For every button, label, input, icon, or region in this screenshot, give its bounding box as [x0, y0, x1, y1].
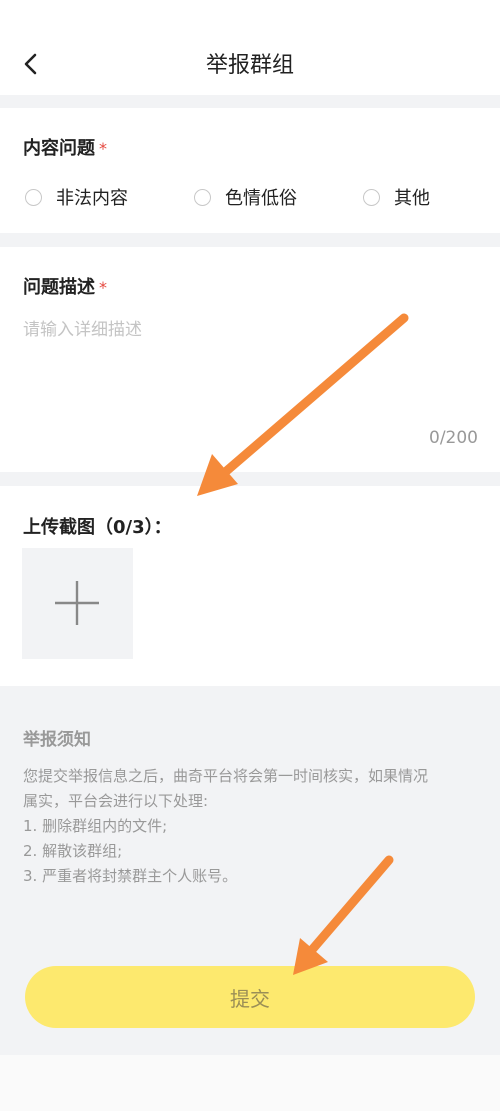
- radio-circle[interactable]: [363, 188, 380, 206]
- plus-icon: [55, 581, 99, 625]
- char-counter: 0/200: [429, 428, 478, 448]
- radio-circle[interactable]: [25, 188, 42, 206]
- radio-option-illegal[interactable]: 非法内容: [25, 184, 128, 210]
- notice-line: 属实，平台会进行以下处理:: [23, 792, 209, 810]
- required-mark: *: [99, 139, 107, 158]
- submit-button[interactable]: 提交: [25, 966, 475, 1028]
- description-label: 问题描述 *: [23, 273, 107, 299]
- notice-line: 1. 删除群组内的文件;: [23, 817, 168, 835]
- required-mark: *: [99, 278, 107, 297]
- bottom-safe-area: [0, 1055, 500, 1111]
- notice-line: 2. 解散该群组;: [23, 842, 123, 860]
- notice-title: 举报须知: [23, 730, 91, 750]
- description-section: 问题描述* 0/200: [0, 247, 500, 472]
- notice-line: 3. 严重者将封禁群主个人账号。: [23, 867, 238, 885]
- content-problem-section: 内容问题 * 非法内容 色情低俗 其他: [0, 108, 500, 233]
- description-label-text: 问题描述: [23, 277, 95, 298]
- notice-line: 您提交举报信息之后，曲奇平台将会第一时间核实，如果情况: [23, 767, 429, 785]
- description-input[interactable]: [23, 315, 478, 415]
- radio-circle[interactable]: [194, 188, 211, 206]
- radio-label: 非法内容: [56, 188, 128, 209]
- page-title: 举报群组: [205, 53, 294, 78]
- upload-section: 上传截图（0/3）：: [0, 486, 500, 686]
- radio-label: 色情低俗: [225, 188, 297, 209]
- radio-option-other[interactable]: 其他: [363, 184, 430, 210]
- top-bar: 举报群组: [0, 0, 500, 95]
- content-problem-label: 内容问题 *: [23, 134, 107, 160]
- radio-label: 其他: [394, 188, 430, 209]
- content-problem-label-text: 内容问题: [23, 138, 95, 159]
- radio-option-porn[interactable]: 色情低俗: [194, 184, 297, 210]
- report-notice: 举报须知 您提交举报信息之后，曲奇平台将会第一时间核实，如果情况 属实，平台会进…: [23, 725, 483, 889]
- upload-label: 上传截图（0/3）：: [23, 517, 172, 538]
- content-problem-radio-group: 非法内容 色情低俗 其他: [25, 184, 485, 210]
- upload-image-button[interactable]: [22, 548, 133, 659]
